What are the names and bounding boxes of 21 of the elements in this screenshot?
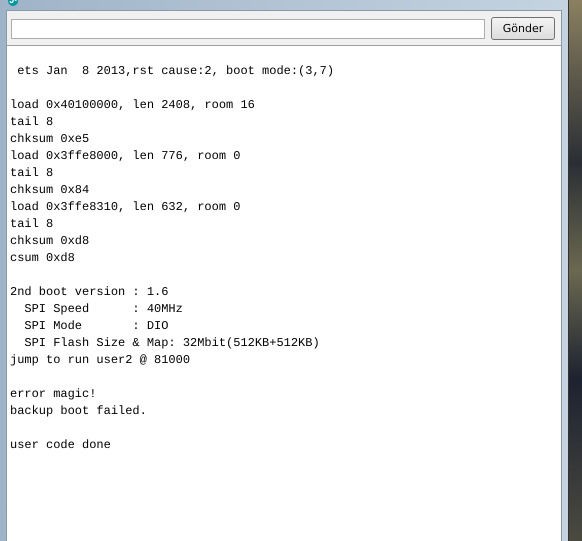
- output-line: backup boot failed.: [10, 403, 147, 420]
- output-line: error magic!: [10, 386, 96, 403]
- output-line: SPI Speed : 40MHz: [23, 301, 183, 318]
- output-line: SPI Flash Size & Map: 32Mbit(512KB+512KB): [23, 335, 320, 352]
- output-line: load 0x3ffe8310, len 632, room 0: [10, 199, 240, 216]
- output-line: SPI Mode : DIO: [23, 318, 168, 335]
- output-line: tail 8: [10, 216, 54, 233]
- output-line: tail 8: [10, 114, 54, 131]
- output-line: ets Jan 8 2013,rst cause:2, boot mode:(3,7): [16, 63, 334, 80]
- output-line: chksum 0xd8: [10, 233, 90, 250]
- output-line: chksum 0x84: [10, 182, 90, 199]
- send-button[interactable]: Gönder: [491, 17, 555, 40]
- send-input-field[interactable]: [11, 18, 485, 38]
- output-line: load 0x40100000, len 2408, room 16: [10, 97, 255, 114]
- output-line: chksum 0xe5: [10, 131, 90, 148]
- output-line: csum 0xd8: [10, 250, 75, 267]
- output-line: user code done: [10, 437, 111, 454]
- output-line: load 0x3ffe8000, len 776, room 0: [10, 148, 240, 165]
- output-line: tail 8: [10, 165, 54, 182]
- output-line: 2nd boot version : 1.6: [10, 284, 168, 301]
- output-line: jump to run user2 @ 81000: [10, 352, 190, 369]
